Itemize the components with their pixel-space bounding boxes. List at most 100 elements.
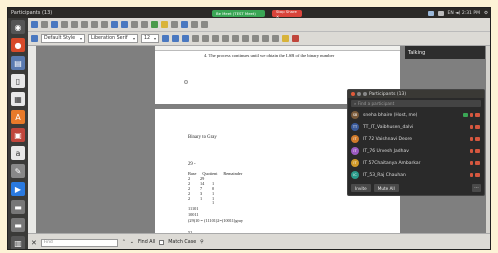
video-off-icon[interactable]	[475, 173, 480, 177]
save-icon[interactable]	[51, 21, 58, 28]
copy-icon[interactable]	[91, 21, 98, 28]
video-off-icon[interactable]	[475, 125, 480, 129]
video-off-icon[interactable]	[475, 137, 480, 141]
participant-name: TT_IT_Vaibhusen_dalvi	[363, 124, 414, 130]
find-placeholder: Find	[43, 240, 53, 245]
avatar: SB	[351, 111, 359, 119]
find-all-button[interactable]: Find All	[138, 240, 155, 245]
writer-icon[interactable]: ▯	[11, 74, 25, 88]
video-off-icon[interactable]	[475, 149, 480, 153]
find-input[interactable]: Find	[40, 238, 118, 247]
find-next-icon[interactable]: ⌄	[130, 240, 134, 245]
export-pdf-icon[interactable]	[61, 21, 68, 28]
files-icon[interactable]: ▤	[11, 56, 25, 70]
bold-icon[interactable]	[162, 35, 169, 42]
mic-off-icon[interactable]	[470, 113, 473, 117]
align-left-icon[interactable]	[202, 35, 209, 42]
hyperlink-icon[interactable]	[181, 21, 188, 28]
outdent-icon[interactable]	[272, 35, 279, 42]
stop-share-button[interactable]: Stop Share ✕	[272, 9, 302, 19]
participants-footer: Invite Mute All	[351, 184, 399, 192]
firefox-icon[interactable]: ●	[11, 38, 25, 52]
special-char-icon[interactable]	[171, 21, 178, 28]
bullets-icon[interactable]	[242, 35, 249, 42]
table-row: 1	[188, 200, 224, 205]
more-options-button[interactable]: ...	[472, 184, 481, 192]
maximize-icon[interactable]	[363, 92, 367, 96]
trash-icon[interactable]: ▥	[11, 236, 25, 249]
undo-icon[interactable]	[111, 21, 118, 28]
meet-tab[interactable]: Be Meet (TEST Meet)	[212, 10, 265, 17]
video-icon[interactable]	[463, 113, 468, 117]
comment-icon[interactable]	[191, 21, 198, 28]
close-find-icon[interactable]: ✕	[31, 239, 37, 247]
chevron-down-icon: ▾	[153, 36, 156, 41]
paragraph-style-select[interactable]: Default Style ▾	[41, 34, 85, 43]
highlight-icon[interactable]	[282, 35, 289, 42]
amazon-icon[interactable]: a	[11, 146, 25, 160]
image-icon[interactable]	[151, 21, 158, 28]
match-case-checkbox[interactable]	[159, 240, 165, 245]
chart-icon[interactable]	[161, 21, 168, 28]
top-panel: Participants (13) Be Meet (TEST Meet) St…	[8, 8, 490, 19]
underline-icon[interactable]	[182, 35, 189, 42]
participant-row[interactable]: SB sneha bhaire (Host, me)	[348, 109, 484, 121]
spellcheck-icon[interactable]	[131, 21, 138, 28]
font-size-select[interactable]: 12 ▾	[141, 34, 159, 43]
participant-search-input[interactable]: ⌕ Find a participant	[351, 100, 481, 107]
minimize-icon[interactable]	[357, 92, 361, 96]
settings-icon[interactable]: ✎	[11, 164, 25, 178]
cut-icon[interactable]	[81, 21, 88, 28]
invite-button[interactable]: Invite	[351, 184, 371, 192]
dash-icon[interactable]: ◉	[11, 20, 25, 34]
new-icon[interactable]	[31, 21, 38, 28]
gear-icon[interactable]: ⚙	[484, 11, 488, 16]
video-off-icon[interactable]	[475, 113, 480, 117]
print-icon[interactable]	[71, 21, 78, 28]
video-off-icon[interactable]	[475, 161, 480, 165]
drive2-icon[interactable]: ▬	[11, 218, 25, 232]
redo-icon[interactable]	[121, 21, 128, 28]
dropbox-icon[interactable]	[427, 10, 434, 16]
strikethrough-icon[interactable]	[192, 35, 199, 42]
numbering-icon[interactable]	[252, 35, 259, 42]
track-changes-icon[interactable]	[201, 21, 208, 28]
mic-off-icon[interactable]	[470, 125, 473, 129]
vertical-scrollbar[interactable]	[486, 46, 490, 233]
software-center-icon[interactable]: A	[11, 110, 25, 124]
calc-icon[interactable]: ▦	[11, 92, 25, 106]
participant-controls	[470, 161, 480, 165]
mute-all-button[interactable]: Mute All	[373, 184, 399, 192]
participant-row[interactable]: IT IT 57Chaitanya Ambarkar	[348, 157, 484, 169]
participant-row[interactable]: IT IT_76 Urvesh Jadhav	[348, 145, 484, 157]
mic-off-icon[interactable]	[470, 137, 473, 141]
mic-off-icon[interactable]	[470, 149, 473, 153]
wifi-icon[interactable]	[437, 10, 444, 16]
participant-search-placeholder: Find a participant	[357, 101, 395, 106]
close-icon[interactable]	[351, 92, 355, 96]
paste-icon[interactable]	[101, 21, 108, 28]
talking-label: Talking	[408, 50, 426, 56]
impress-icon[interactable]: ▣	[11, 128, 25, 142]
align-right-icon[interactable]	[222, 35, 229, 42]
align-center-icon[interactable]	[212, 35, 219, 42]
participant-controls	[470, 173, 480, 177]
drive-icon[interactable]: ▬	[11, 200, 25, 214]
find-previous-icon[interactable]: ⌃	[122, 240, 126, 245]
font-name-select[interactable]: Liberation Serif ▾	[88, 34, 138, 43]
zoom-icon[interactable]: ▶	[11, 182, 25, 196]
mic-off-icon[interactable]	[470, 173, 473, 177]
mic-off-icon[interactable]	[470, 161, 473, 165]
participant-row[interactable]: IT IT 72 Vaishnavi Deore	[348, 133, 484, 145]
participant-row[interactable]: TT TT_IT_Vaibhusen_dalvi	[348, 121, 484, 133]
table-icon[interactable]	[141, 21, 148, 28]
participant-row[interactable]: IC IT_53_Raj Chauhan	[348, 169, 484, 181]
styles-icon[interactable]	[31, 35, 38, 42]
avatar: TT	[351, 123, 359, 131]
italic-icon[interactable]	[172, 35, 179, 42]
font-color-icon[interactable]	[292, 35, 299, 42]
open-icon[interactable]	[41, 21, 48, 28]
find-replace-icon[interactable]: ⚲	[200, 240, 204, 245]
justify-icon[interactable]	[232, 35, 239, 42]
indent-icon[interactable]	[262, 35, 269, 42]
